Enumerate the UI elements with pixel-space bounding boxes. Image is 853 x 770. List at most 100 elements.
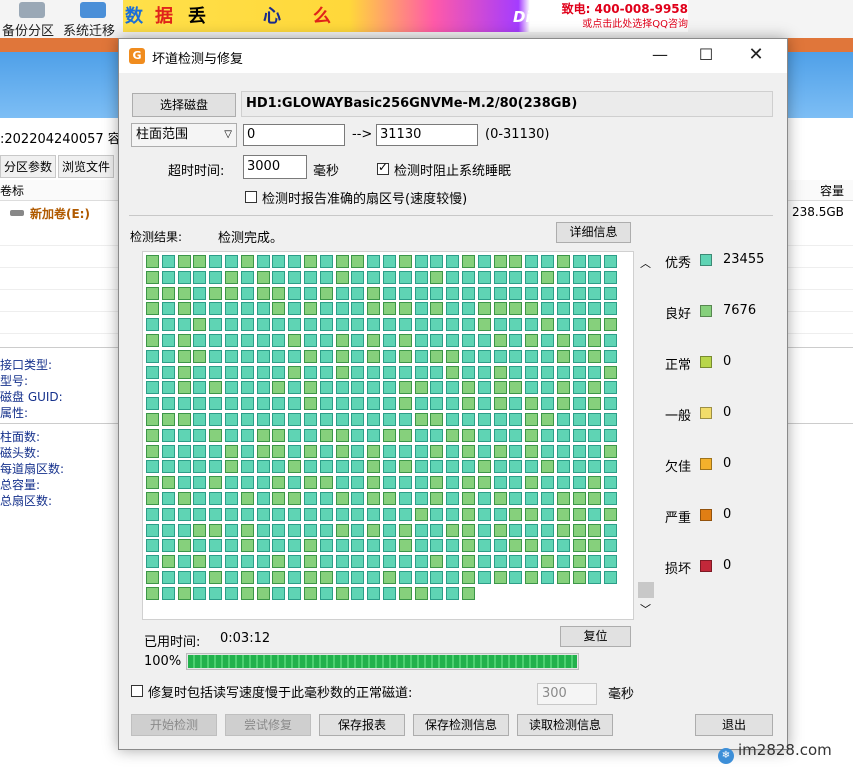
sector-cell [256, 255, 270, 268]
sector-cell [193, 318, 207, 332]
sector-cell [272, 586, 286, 600]
save-report-button[interactable]: 保存报表 [319, 714, 405, 736]
range-start-input[interactable]: 0 [243, 124, 345, 146]
sector-cell [414, 492, 428, 505]
tab-browse-files[interactable]: 浏览文件 [58, 155, 115, 178]
sector-cell [319, 492, 333, 505]
chevron-up-icon[interactable]: ︿ [640, 255, 651, 271]
volume-capacity: 238.5GB [792, 205, 844, 219]
minimize-icon[interactable]: — [637, 39, 683, 73]
sector-cell [383, 492, 396, 505]
try-repair-button[interactable]: 尝试修复 [225, 714, 311, 736]
sector-cell [509, 492, 523, 505]
sector-cell [493, 539, 507, 553]
close-icon[interactable]: ✕ [733, 39, 779, 73]
sector-cell [462, 476, 475, 490]
report-sector-checkbox[interactable] [245, 191, 257, 203]
sector-cell [493, 523, 507, 537]
sector-cell [209, 286, 223, 300]
sector-cell [288, 571, 302, 584]
scrollbar-thumb[interactable] [638, 582, 654, 598]
sector-cell [446, 381, 460, 395]
sector-cell [288, 507, 302, 521]
start-detect-button[interactable]: 开始检测 [131, 714, 217, 736]
sector-cell [414, 286, 428, 300]
sector-cell [493, 555, 507, 569]
range-end-input[interactable]: 31130 [376, 124, 478, 146]
sector-map-scrollbar[interactable]: ︿ ﹀ [637, 251, 655, 618]
prevent-sleep-checkbox[interactable] [377, 160, 389, 175]
chevron-down-icon[interactable]: ﹀ [640, 601, 651, 617]
sector-cell [493, 255, 507, 268]
backup-partition-button[interactable]: 备份分区 [2, 0, 62, 39]
sector-cell [446, 507, 460, 521]
sector-cell [493, 507, 507, 521]
sector-cell [446, 444, 460, 458]
system-migration-button[interactable]: 系统迁移 [63, 0, 123, 39]
sector-cell [319, 349, 333, 363]
sector-cell [604, 255, 618, 268]
sector-cell [193, 444, 207, 458]
sector-cell [256, 413, 270, 426]
sector-cell [572, 397, 586, 411]
sector-cell [430, 318, 444, 332]
progress-bar [186, 653, 579, 670]
sector-cell [304, 428, 317, 442]
sector-cell [304, 397, 317, 411]
sector-cell [272, 492, 286, 505]
sector-cell [319, 555, 333, 569]
sector-cell [161, 428, 175, 442]
ad-qq-link[interactable]: 或点击此处选择QQ咨询 [563, 15, 688, 30]
ad-char: 丢 [188, 6, 206, 27]
volume-row[interactable]: 新加卷(E:) [10, 205, 90, 222]
reset-button[interactable]: 复位 [560, 626, 631, 647]
timeout-input[interactable]: 3000 [243, 155, 307, 179]
details-button[interactable]: 详细信息 [556, 222, 631, 243]
select-disk-button[interactable]: 选择磁盘 [132, 93, 236, 117]
repair-option-checkbox[interactable] [131, 685, 143, 697]
sector-cell [477, 349, 491, 363]
exit-button[interactable]: 退出 [695, 714, 773, 736]
maximize-icon[interactable]: ☐ [683, 39, 729, 73]
sector-cell [430, 334, 444, 347]
sector-cell [541, 492, 554, 505]
sector-cell [161, 255, 175, 268]
sector-cell [604, 507, 618, 521]
prevent-sleep-label: 检测时阻止系统睡眠 [394, 164, 512, 179]
sector-cell [509, 507, 523, 521]
sector-cell [335, 365, 349, 379]
sector-cell [556, 365, 570, 379]
sector-cell [414, 413, 428, 426]
sector-cell [446, 365, 460, 379]
sector-cell [225, 302, 238, 316]
sector-cell [509, 365, 523, 379]
sector-cell [493, 286, 507, 300]
sector-cell [525, 460, 539, 474]
load-info-button[interactable]: 读取检测信息 [517, 714, 613, 736]
sector-cell [335, 476, 349, 490]
sector-cell [556, 381, 570, 395]
sector-cell [604, 492, 618, 505]
save-info-button[interactable]: 保存检测信息 [413, 714, 509, 736]
sector-cell [319, 523, 333, 537]
title-bar[interactable]: G 坏道检测与修复 — ☐ ✕ [119, 39, 787, 73]
sector-cell [272, 571, 286, 584]
repair-delay-input[interactable]: 300 [537, 683, 597, 705]
info-label: 磁盘 GUID: [0, 390, 63, 404]
sector-cell [398, 255, 412, 268]
sector-cell [414, 586, 428, 600]
sector-cell [256, 523, 270, 537]
sector-cell [604, 397, 618, 411]
ad-banner[interactable]: 数 据 丢 心 么 DiskGenius 致电: 400-008-9958 或点… [123, 0, 688, 32]
range-mode-select[interactable]: 柱面范围 ▽ [131, 123, 237, 147]
sector-cell [193, 476, 207, 490]
legend-swatch [700, 509, 712, 521]
sector-cell [335, 539, 349, 553]
sector-cell [209, 255, 223, 268]
legend-name: 良好 [665, 307, 692, 322]
sector-cell [509, 255, 523, 268]
tab-partition-params[interactable]: 分区参数 [0, 155, 57, 178]
sector-cell [556, 539, 570, 553]
legend-name: 正常 [665, 358, 692, 373]
sector-cell [319, 571, 333, 584]
